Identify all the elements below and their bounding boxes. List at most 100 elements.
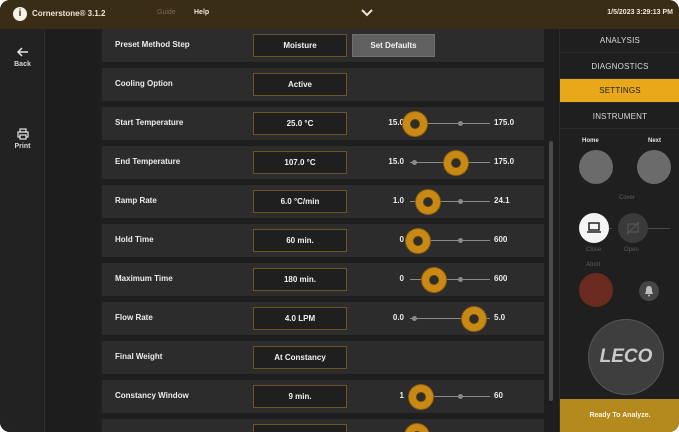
open-cover-icon: [626, 221, 640, 235]
cooling-option-field[interactable]: Active: [253, 73, 347, 96]
bell-icon: [645, 286, 653, 297]
row-label: Preset Method Step: [115, 40, 190, 49]
slider-min-label: 1: [399, 391, 404, 400]
print-label: Print: [14, 143, 31, 150]
guide-link[interactable]: Guide: [157, 9, 176, 16]
app-title: Cornerstone® 3.1.2: [32, 9, 106, 18]
slider-tick-dot: [457, 121, 463, 126]
left-rail: Back Print: [0, 29, 45, 432]
tab-analysis[interactable]: ANALYSIS: [560, 29, 679, 53]
set-defaults-button[interactable]: Set Defaults: [352, 34, 435, 57]
row-label: Cooling Option: [115, 79, 173, 88]
slider-max-label: 600: [494, 274, 508, 283]
open-label: Open: [624, 247, 639, 253]
scrollbar[interactable]: [549, 141, 553, 401]
final-weight-field[interactable]: At Constancy: [253, 346, 347, 369]
slider-max-label: 5.0: [494, 313, 506, 322]
tab-instrument[interactable]: INSTRUMENT: [560, 105, 679, 129]
hold-time-field[interactable]: 60 min.: [253, 229, 347, 252]
slider-max-label: 175.0: [494, 118, 515, 127]
partial-slider-knob[interactable]: [405, 424, 429, 432]
row-label: Final Weight: [115, 352, 163, 361]
slider-max-label: 60: [494, 391, 503, 400]
slider-tick-dot: [412, 160, 417, 165]
slider-min-label: 0: [399, 235, 404, 244]
slider-tick-dot: [457, 277, 463, 282]
home-label: Home: [582, 138, 599, 144]
row-label: Hold Time: [115, 235, 154, 244]
open-cover-button[interactable]: [618, 213, 648, 243]
back-label: Back: [14, 61, 31, 68]
row-label: Ramp Rate: [115, 196, 157, 205]
slider-min-label: 15.0: [388, 118, 404, 127]
app-window: i Cornerstone® 3.1.2 Guide Help 1/5/2023…: [0, 0, 679, 432]
help-link[interactable]: Help: [194, 9, 209, 16]
bell-button[interactable]: [639, 281, 659, 301]
row-constancy-window: Constancy Window 9 min. 1 60: [102, 380, 544, 413]
close-label: Close: [586, 247, 602, 253]
status-text: Ready To Analyze.: [560, 399, 679, 432]
abort-label: Abort: [586, 262, 601, 268]
ramp-rate-field[interactable]: 6.0 °C/min: [253, 190, 347, 213]
row-preset-method-step: Preset Method Step Moisture Set Defaults: [102, 29, 544, 62]
slider-knob[interactable]: [444, 151, 469, 175]
slider-tick-dot: [457, 238, 463, 243]
slider-min-label: 15.0: [388, 157, 404, 166]
row-label: Start Temperature: [115, 118, 184, 127]
slider-min-label: 0: [399, 274, 404, 283]
tab-settings[interactable]: SETTINGS: [560, 79, 679, 103]
datetime: 1/5/2023 3:29:13 PM: [607, 9, 673, 16]
slider-tick-dot: [457, 394, 463, 399]
next-label: Next: [648, 138, 662, 144]
home-button[interactable]: [579, 150, 613, 184]
row-ramp-rate: Ramp Rate 6.0 °C/min 1.0 24.1: [102, 185, 544, 218]
slider-knob[interactable]: [415, 190, 440, 214]
info-icon[interactable]: i: [13, 7, 27, 21]
title-bar: i Cornerstone® 3.1.2 Guide Help 1/5/2023…: [0, 0, 679, 29]
printer-icon: [16, 128, 29, 140]
row-label: Flow Rate: [115, 313, 153, 322]
slider-tick-dot: [412, 316, 417, 321]
cover-label: Cover: [619, 195, 636, 201]
partial-field[interactable]: [253, 424, 347, 432]
row-end-temperature: End Temperature 107.0 °C 15.0 175.0: [102, 146, 544, 179]
row-cooling-option: Cooling Option Active: [102, 68, 544, 101]
slider-max-label: 24.1: [494, 196, 510, 205]
end-temperature-field[interactable]: 107.0 °C: [253, 151, 347, 174]
laptop-closed-icon: [587, 222, 601, 233]
constancy-window-field[interactable]: 9 min.: [253, 385, 347, 408]
right-panel: ANALYSIS DIAGNOSTICS SETTINGS INSTRUMENT…: [559, 29, 679, 432]
slider-knob[interactable]: [409, 385, 434, 409]
slider-tick-dot: [457, 199, 463, 204]
slider-min-label: 1.0: [392, 196, 404, 205]
row-start-temperature: Start Temperature 25.0 °C 15.0 175.0: [102, 107, 544, 140]
slider-max-label: 600: [494, 235, 508, 244]
row-label: End Temperature: [115, 157, 181, 166]
gutter: [46, 29, 99, 432]
next-button[interactable]: [637, 150, 671, 184]
row-partial: [102, 419, 544, 432]
row-label: Maximum Time: [115, 274, 173, 283]
leco-logo-button[interactable]: LECO: [588, 319, 664, 395]
row-hold-time: Hold Time 60 min. 0 600: [102, 224, 544, 257]
slider-knob[interactable]: [462, 307, 486, 331]
back-button[interactable]: Back: [0, 45, 45, 68]
row-flow-rate: Flow Rate 4.0 LPM 0.0 5.0: [102, 302, 544, 335]
preset-method-field[interactable]: Moisture: [253, 34, 347, 57]
slider-knob[interactable]: [402, 112, 427, 136]
print-button[interactable]: Print: [0, 127, 45, 150]
flow-rate-field[interactable]: 4.0 LPM: [253, 307, 347, 330]
tab-diagnostics[interactable]: DIAGNOSTICS: [560, 55, 679, 79]
chevron-down-icon[interactable]: [360, 6, 374, 20]
abort-button[interactable]: [579, 273, 613, 307]
row-maximum-time: Maximum Time 180 min. 0 600: [102, 263, 544, 296]
arrow-left-icon: [16, 47, 28, 57]
slider-max-label: 175.0: [494, 157, 515, 166]
settings-list: Preset Method Step Moisture Set Defaults…: [99, 29, 547, 432]
start-temperature-field[interactable]: 25.0 °C: [253, 112, 347, 135]
slider-knob[interactable]: [422, 268, 446, 292]
close-cover-button[interactable]: [579, 213, 609, 243]
slider-knob[interactable]: [406, 229, 430, 253]
maximum-time-field[interactable]: 180 min.: [253, 268, 347, 291]
slider-min-label: 0.0: [392, 313, 404, 322]
